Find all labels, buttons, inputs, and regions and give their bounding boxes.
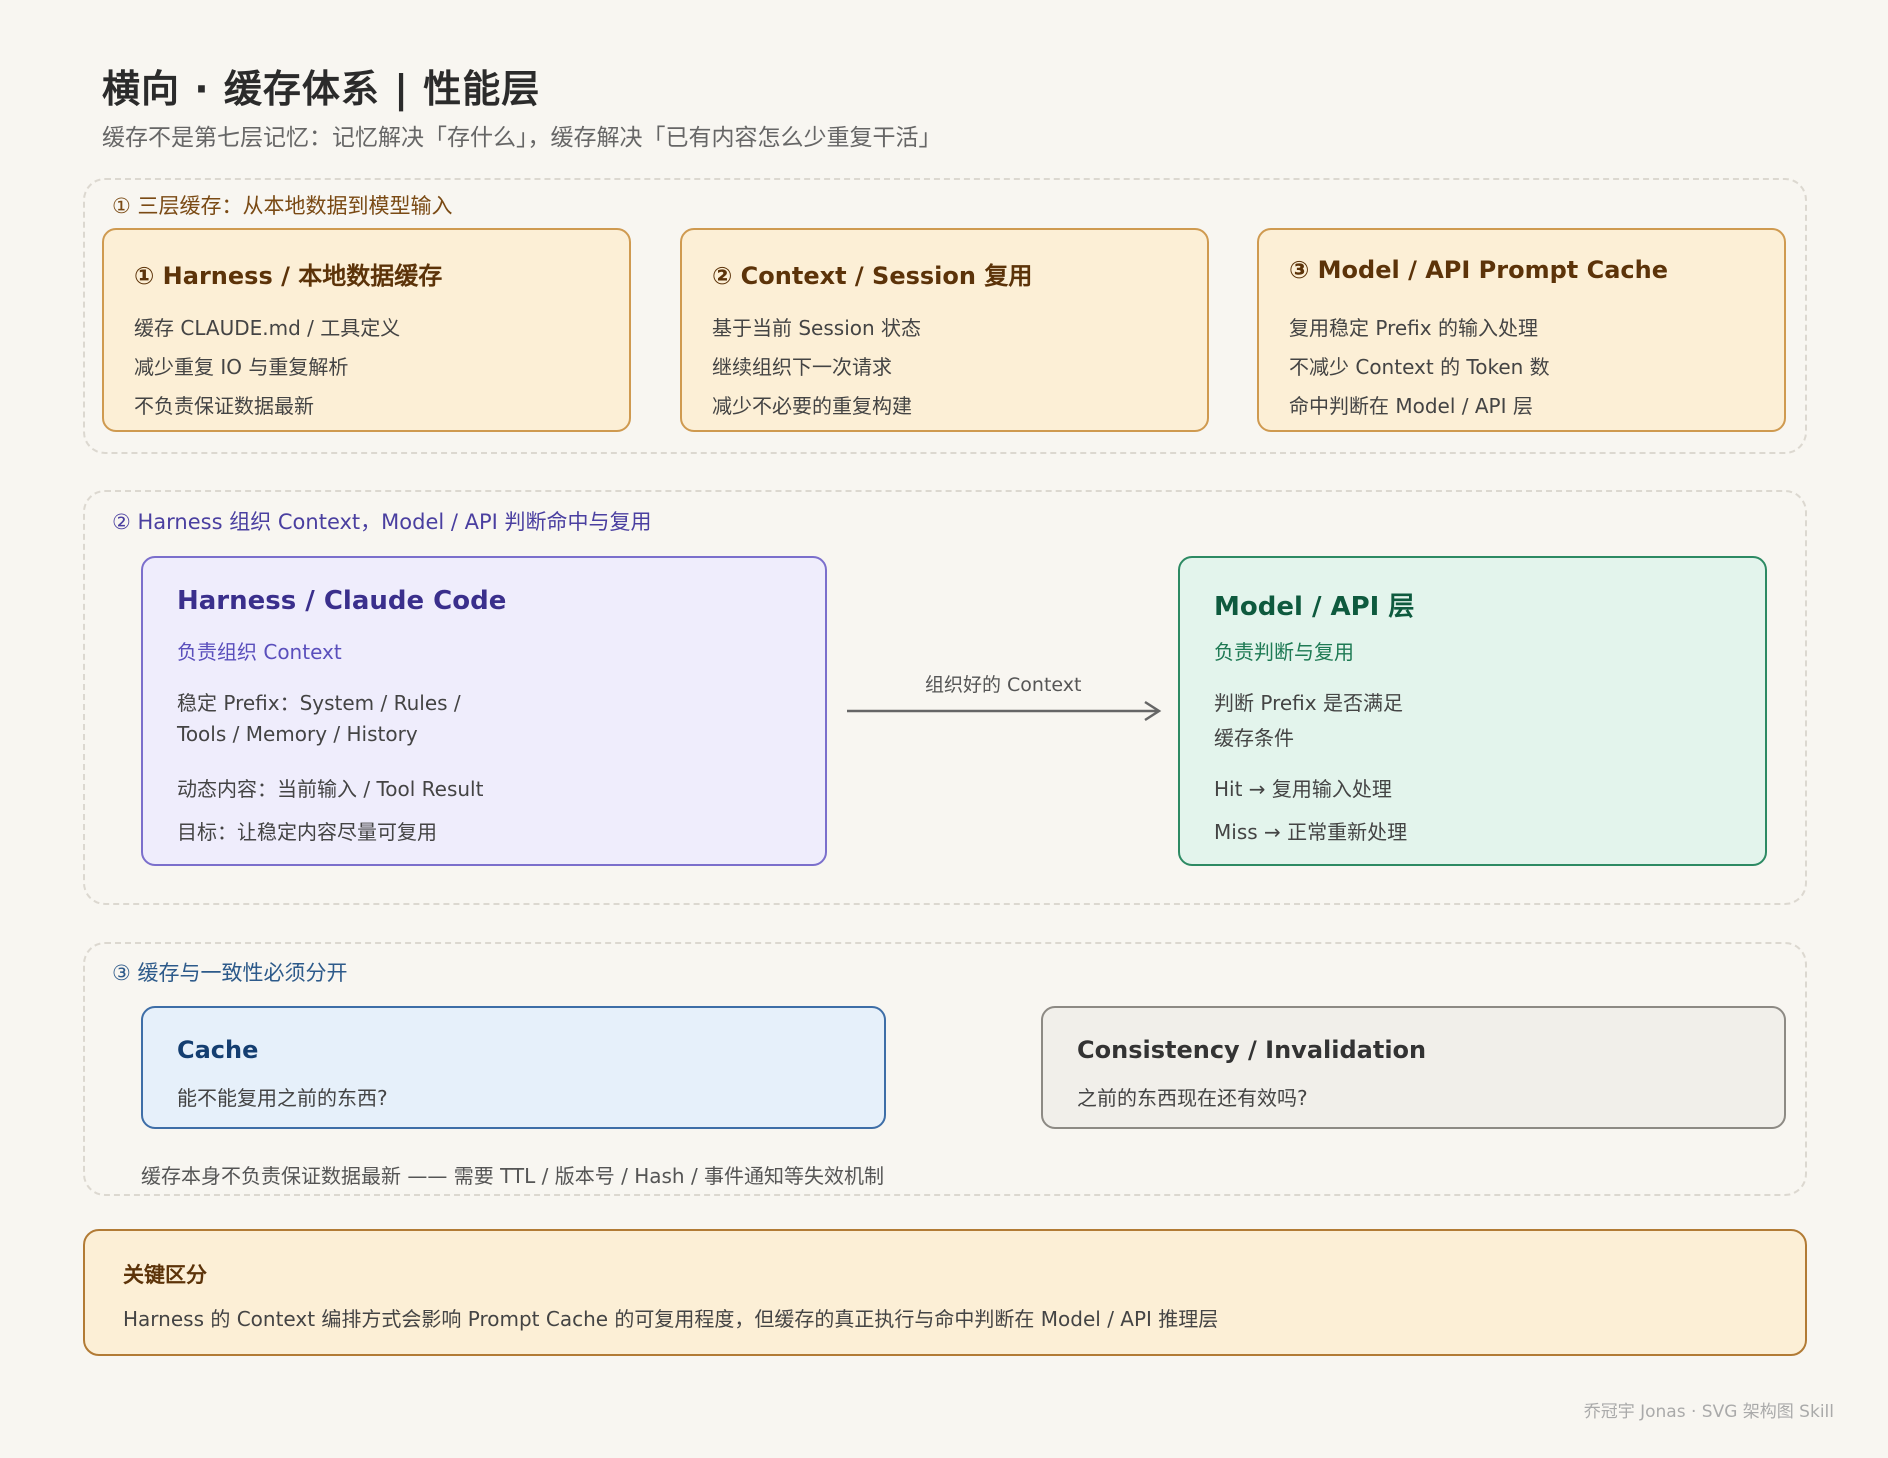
card-title: Consistency / Invalidation bbox=[1077, 1036, 1427, 1064]
section1-label: ① 三层缓存：从本地数据到模型输入 bbox=[112, 194, 453, 218]
card-line: 之前的东西现在还有效吗? bbox=[1077, 1086, 1308, 1110]
card-title: ② Context / Session 复用 bbox=[712, 262, 1033, 290]
card-line: 不负责保证数据最新 bbox=[134, 394, 314, 418]
card-line: 不减少 Context 的 Token 数 bbox=[1289, 355, 1550, 379]
harness-claude-code-card: Harness / Claude Code 负责组织 Context 稳定 Pr… bbox=[141, 556, 827, 866]
card-subtitle: 负责判断与复用 bbox=[1214, 640, 1354, 664]
card-title: ③ Model / API Prompt Cache bbox=[1289, 256, 1668, 284]
card-line: 稳定 Prefix：System / Rules / bbox=[177, 691, 461, 715]
card-line: 判断 Prefix 是否满足 bbox=[1214, 691, 1403, 715]
flow-arrow bbox=[847, 700, 1162, 722]
key-text: Harness 的 Context 编排方式会影响 Prompt Cache 的… bbox=[123, 1307, 1219, 1331]
harness-local-cache-card: ① Harness / 本地数据缓存 缓存 CLAUDE.md / 工具定义 减… bbox=[102, 228, 631, 432]
card-title: Cache bbox=[177, 1036, 259, 1064]
card-line: 缓存条件 bbox=[1214, 726, 1294, 750]
card-line: 减少不必要的重复构建 bbox=[712, 394, 912, 418]
footer-credit: 乔冠宇 Jonas · SVG 架构图 Skill bbox=[1583, 1402, 1834, 1422]
page-subtitle: 缓存不是第七层记忆：记忆解决「存什么」，缓存解决「已有内容怎么少重复干活」 bbox=[102, 125, 942, 151]
context-session-reuse-card: ② Context / Session 复用 基于当前 Session 状态 继… bbox=[680, 228, 1209, 432]
card-line: 动态内容：当前输入 / Tool Result bbox=[177, 777, 484, 801]
card-line: Hit → 复用输入处理 bbox=[1214, 777, 1392, 801]
card-line: 基于当前 Session 状态 bbox=[712, 316, 922, 340]
cache-note: 缓存本身不负责保证数据最新 —— 需要 TTL / 版本号 / Hash / 事… bbox=[141, 1164, 885, 1188]
section3-label: ③ 缓存与一致性必须分开 bbox=[112, 961, 348, 985]
card-line: 继续组织下一次请求 bbox=[712, 355, 892, 379]
card-title: Harness / Claude Code bbox=[177, 586, 507, 616]
card-line: Tools / Memory / History bbox=[177, 722, 418, 746]
cache-card: Cache 能不能复用之前的东西? bbox=[141, 1006, 886, 1129]
card-line: 目标：让稳定内容尽量可复用 bbox=[177, 820, 437, 844]
key-distinction-box: 关键区分 Harness 的 Context 编排方式会影响 Prompt Ca… bbox=[83, 1229, 1807, 1356]
card-line: Miss → 正常重新处理 bbox=[1214, 820, 1408, 844]
model-api-prompt-cache-card: ③ Model / API Prompt Cache 复用稳定 Prefix 的… bbox=[1257, 228, 1786, 432]
consistency-invalidation-card: Consistency / Invalidation 之前的东西现在还有效吗? bbox=[1041, 1006, 1786, 1129]
section2-label: ② Harness 组织 Context，Model / API 判断命中与复用 bbox=[112, 510, 652, 534]
card-line: 能不能复用之前的东西? bbox=[177, 1086, 388, 1110]
model-api-layer-card: Model / API 层 负责判断与复用 判断 Prefix 是否满足 缓存条… bbox=[1178, 556, 1767, 866]
card-line: 复用稳定 Prefix 的输入处理 bbox=[1289, 316, 1538, 340]
card-title: ① Harness / 本地数据缓存 bbox=[134, 262, 443, 290]
card-title: Model / API 层 bbox=[1214, 592, 1415, 622]
card-subtitle: 负责组织 Context bbox=[177, 640, 342, 664]
card-line: 缓存 CLAUDE.md / 工具定义 bbox=[134, 316, 401, 340]
context-arrow-label: 组织好的 Context bbox=[925, 674, 1082, 696]
page-title: 横向 · 缓存体系 | 性能层 bbox=[102, 67, 541, 111]
card-line: 命中判断在 Model / API 层 bbox=[1289, 394, 1533, 418]
key-title: 关键区分 bbox=[123, 1263, 207, 1287]
card-line: 减少重复 IO 与重复解析 bbox=[134, 355, 349, 379]
